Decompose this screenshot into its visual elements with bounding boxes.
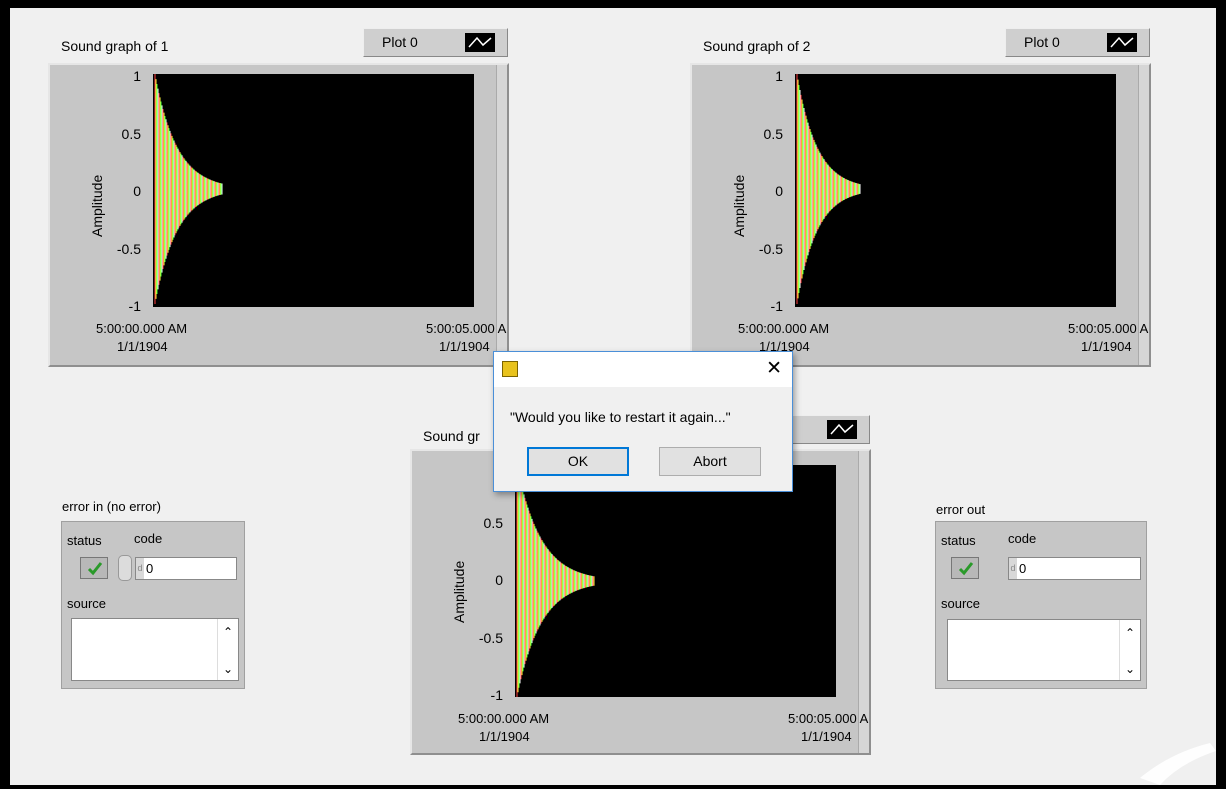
decorative-swoosh-icon	[1140, 743, 1216, 785]
chevron-up-icon[interactable]: ⌃	[1120, 626, 1140, 640]
graph-3-ytick: -1	[490, 687, 503, 703]
error-in-source-field[interactable]: ⌃ ⌄	[71, 618, 239, 681]
labview-app-icon	[502, 361, 518, 377]
error-in-title: error in (no error)	[62, 499, 161, 514]
graph-3-x-end-date: 1/1/1904	[801, 729, 852, 744]
checkmark-icon	[87, 562, 103, 576]
graph-3-x-end-time: 5:00:05.000 A	[788, 711, 869, 726]
graph-2-x-start-time: 5:00:00.000 AM	[738, 321, 830, 336]
graph-3-x-start-time: 5:00:00.000 AM	[458, 711, 550, 726]
error-out-code-value: 0	[1019, 561, 1027, 576]
graph-1-y-axis-label: Amplitude	[89, 174, 105, 237]
radix-indicator[interactable]: d	[136, 558, 144, 579]
graph-2-plot-area[interactable]	[795, 74, 1116, 307]
plot-line-icon	[1107, 33, 1137, 52]
source-scrollbar[interactable]: ⌃ ⌄	[1119, 620, 1140, 680]
abort-button[interactable]: Abort	[659, 447, 761, 476]
source-scrollbar[interactable]: ⌃ ⌄	[217, 619, 238, 680]
error-out-source-label: source	[941, 596, 981, 611]
error-out-code-field: d 0	[1008, 557, 1141, 580]
error-in-code-increment-decrement[interactable]	[118, 555, 132, 581]
graph-2-title: Sound graph of 2	[703, 38, 811, 54]
graph-3: 0.5 0 -0.5 -1 Amplitude 5:00:00.000 AM 1…	[410, 449, 871, 755]
error-in-code-value: 0	[146, 561, 154, 576]
graph-3-plot-area[interactable]	[515, 465, 836, 697]
error-out-status-indicator	[951, 557, 979, 579]
graph-1-x-end-time: 5:00:05.000 A	[426, 321, 507, 336]
graph-1-ytick: -0.5	[116, 241, 141, 257]
error-out-code-label: code	[1008, 531, 1037, 546]
graph-3-y-axis-label: Amplitude	[451, 560, 467, 623]
ok-button[interactable]: OK	[527, 447, 629, 476]
graph-2-x-end-date: 1/1/1904	[1081, 339, 1132, 354]
graph-3-x-start-date: 1/1/1904	[479, 729, 530, 744]
graph-1-x-start-time: 5:00:00.000 AM	[96, 321, 188, 336]
graph-1-plot-legend[interactable]: Plot 0	[363, 28, 508, 57]
error-in-cluster: status code d 0 source ⌃ ⌄	[61, 521, 245, 689]
graph-3-ytick: 0	[495, 572, 503, 588]
error-in-code-field[interactable]: d 0	[135, 557, 237, 580]
graph-3-title: Sound gr	[423, 428, 480, 444]
graph-2-ytick: 0.5	[763, 126, 783, 142]
dialog-message: "Would you like to restart it again..."	[510, 409, 731, 425]
graph-2-x-end-time: 5:00:05.000 A	[1068, 321, 1149, 336]
graph-1: 1 0.5 0 -0.5 -1 Amplitude 5:00:00.000 AM…	[48, 63, 509, 367]
graph-2-y-axis-label: Amplitude	[731, 174, 747, 237]
error-out-cluster: status code d 0 source ⌃ ⌄	[935, 521, 1147, 689]
graph-2-ytick: 0	[775, 183, 783, 199]
graph-1-title: Sound graph of 1	[61, 38, 169, 54]
graph-1-ytick: -1	[128, 298, 141, 314]
error-out-status-label: status	[941, 533, 976, 548]
graph-1-ytick: 1	[133, 68, 141, 84]
plot-line-icon	[465, 33, 495, 52]
graph-2-waveform	[796, 74, 861, 304]
chevron-down-icon[interactable]: ⌄	[218, 662, 238, 676]
graph-2-plot-legend-label: Plot 0	[1024, 34, 1060, 50]
close-icon[interactable]: ✕	[766, 357, 782, 380]
graph-2-ytick: -0.5	[758, 241, 783, 257]
checkmark-icon	[958, 562, 974, 576]
graph-2-plot-legend[interactable]: Plot 0	[1005, 28, 1150, 57]
chevron-up-icon[interactable]: ⌃	[218, 625, 238, 639]
plot-line-icon	[827, 420, 857, 439]
graph-1-plot-legend-label: Plot 0	[382, 34, 418, 50]
graph-1-ytick: 0	[133, 183, 141, 199]
graph-3-ytick: -0.5	[478, 630, 503, 646]
graph-2-ytick: 1	[775, 68, 783, 84]
error-in-source-label: source	[67, 596, 107, 611]
dialog-title-bar[interactable]: ✕	[494, 352, 792, 387]
graph-1-plot-area[interactable]	[153, 74, 474, 307]
graph-3-waveform	[516, 465, 595, 697]
error-out-title: error out	[936, 502, 986, 517]
graph-2: 1 0.5 0 -0.5 -1 Amplitude 5:00:00.000 AM…	[690, 63, 1151, 367]
error-in-code-label: code	[134, 531, 163, 546]
graph-1-ytick: 0.5	[121, 126, 141, 142]
graph-1-x-start-date: 1/1/1904	[117, 339, 168, 354]
front-panel: Sound graph of 1 Plot 0 1 0.5 0 -0.5 -1 …	[10, 8, 1216, 785]
graph-2-ytick: -1	[770, 298, 783, 314]
error-out-source-field[interactable]: ⌃ ⌄	[947, 619, 1141, 681]
graph-1-x-end-date: 1/1/1904	[439, 339, 490, 354]
chevron-down-icon[interactable]: ⌄	[1120, 662, 1140, 676]
restart-dialog: ✕ "Would you like to restart it again...…	[493, 351, 793, 492]
error-in-status-label: status	[67, 533, 102, 548]
graph-3-ytick: 0.5	[483, 515, 503, 531]
error-in-status-indicator[interactable]	[80, 557, 108, 579]
radix-indicator: d	[1009, 558, 1017, 579]
graph-1-waveform	[154, 74, 223, 304]
